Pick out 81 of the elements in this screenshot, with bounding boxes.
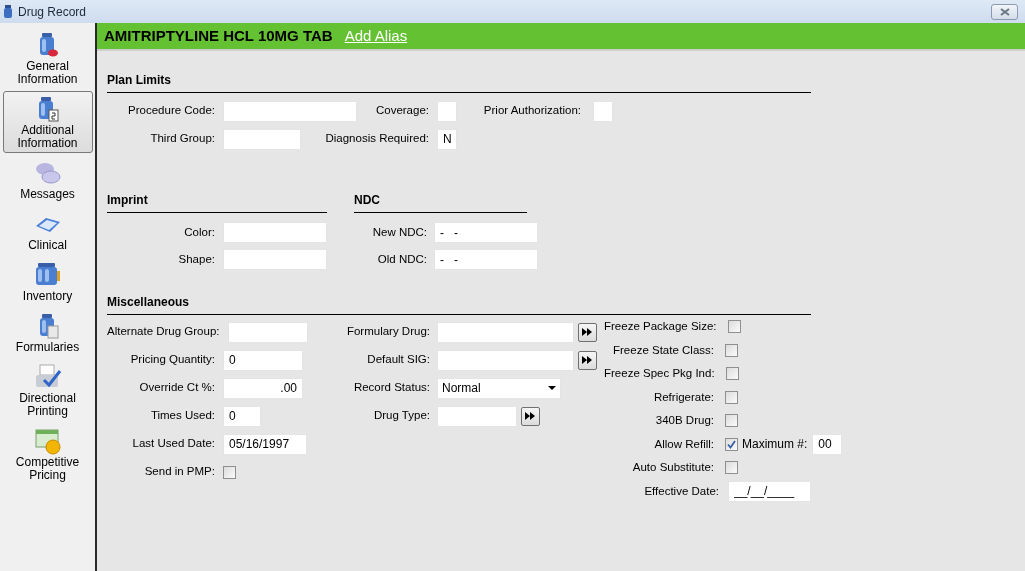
fast-forward-icon	[525, 412, 536, 420]
field-label: Send in PMP:	[143, 464, 215, 480]
date-field[interactable]: __/__/____	[728, 480, 811, 502]
field-label: Coverage:	[374, 103, 429, 119]
checkbox[interactable]	[725, 390, 738, 404]
field-label: Refrigerate:	[652, 389, 714, 405]
sidebar-item[interactable]: General Information	[2, 27, 93, 89]
field-label: Default SIG:	[366, 352, 430, 368]
close-icon	[999, 7, 1010, 16]
sidebar-item[interactable]: Clinical	[2, 206, 93, 255]
field-label: Auto Substitute:	[631, 460, 714, 476]
field-label: Freeze Spec Pkg Ind:	[604, 366, 715, 382]
checkbox[interactable]	[725, 437, 738, 451]
input-field[interactable]: 05/16/1997	[223, 433, 307, 455]
checkbox[interactable]	[725, 343, 738, 357]
sidebar-item[interactable]: Directional Printing	[2, 359, 93, 421]
input-field[interactable]: - -	[434, 249, 538, 270]
section-heading: Imprint	[107, 193, 148, 207]
sidebar-item[interactable]: Competitive Pricing	[2, 423, 93, 485]
checkbox[interactable]	[725, 461, 738, 475]
field-label: Override Ct %:	[138, 380, 215, 396]
sidebar-item[interactable]: Messages	[2, 155, 93, 204]
fast-forward-icon	[582, 356, 593, 364]
checkbox[interactable]	[223, 465, 236, 479]
lookup-button[interactable]	[521, 406, 540, 426]
field-label: Freeze State Class:	[612, 342, 714, 358]
window-title: Drug Record	[18, 3, 87, 21]
lookup-button[interactable]	[578, 350, 597, 370]
input-field[interactable]	[223, 249, 327, 270]
field-label: Drug Type:	[372, 408, 430, 424]
field-label: Shape:	[177, 251, 215, 267]
checkbox[interactable]	[725, 367, 739, 381]
sidebar-item[interactable]: Additional Information	[2, 91, 93, 153]
input-field[interactable]: 0	[223, 405, 261, 427]
input-field[interactable]	[223, 222, 327, 243]
checkbox[interactable]	[727, 320, 741, 334]
field-label: Diagnosis Required:	[324, 131, 429, 147]
field-label: New NDC:	[371, 224, 427, 240]
field-label: Old NDC:	[376, 251, 427, 267]
input-field[interactable]	[437, 100, 457, 122]
sidebar-item[interactable]: Formularies	[2, 308, 93, 357]
field-label: Times Used:	[149, 408, 215, 424]
section-heading: Plan Limits	[107, 73, 171, 87]
field-label: Effective Date:	[643, 483, 719, 499]
field-label: Procedure Code:	[127, 103, 215, 119]
bottle-icon	[4, 5, 12, 18]
field-label: Maximum #:	[742, 436, 808, 454]
input-field[interactable]	[223, 128, 301, 150]
input-field[interactable]: - -	[434, 222, 538, 243]
section-heading: Miscellaneous	[107, 295, 190, 309]
price-coin-icon	[33, 427, 62, 455]
input-field[interactable]	[223, 100, 357, 122]
field-label: Record Status:	[352, 380, 430, 396]
field-label: Pricing Quantity:	[129, 352, 215, 368]
field-label: Formulary Drug:	[345, 324, 430, 340]
dropdown[interactable]: Normal	[437, 377, 561, 399]
field-label: Alternate Drug Group:	[107, 324, 220, 340]
field-label: 340B Drug:	[654, 413, 714, 429]
field-label: Color:	[183, 224, 215, 240]
input-field[interactable]	[437, 321, 574, 343]
input-field[interactable]	[593, 100, 613, 122]
input-field[interactable]	[437, 349, 574, 371]
caret-icon	[548, 386, 556, 390]
input-field[interactable]: N	[437, 128, 457, 150]
input-field[interactable]: 00	[812, 433, 843, 455]
field-label: Prior Authorization:	[482, 103, 581, 119]
input-field[interactable]	[437, 405, 517, 427]
input-field[interactable]: 0	[223, 349, 303, 371]
fast-forward-icon	[582, 328, 593, 336]
sidebar-item[interactable]: Inventory	[2, 257, 93, 306]
input-field[interactable]	[227, 321, 308, 343]
drug-name: AMITRIPTYLINE HCL 10MG TAB	[104, 25, 333, 46]
section-heading: NDC	[354, 193, 380, 207]
lookup-button[interactable]	[578, 322, 597, 342]
field-label: Third Group:	[149, 131, 215, 147]
field-label: Freeze Package Size:	[604, 319, 717, 335]
field-label: Last Used Date:	[131, 436, 215, 452]
close-button[interactable]	[991, 3, 1018, 20]
checkbox[interactable]	[725, 414, 738, 428]
field-label: Allow Refill:	[653, 436, 714, 452]
input-field[interactable]: .00	[223, 377, 303, 399]
